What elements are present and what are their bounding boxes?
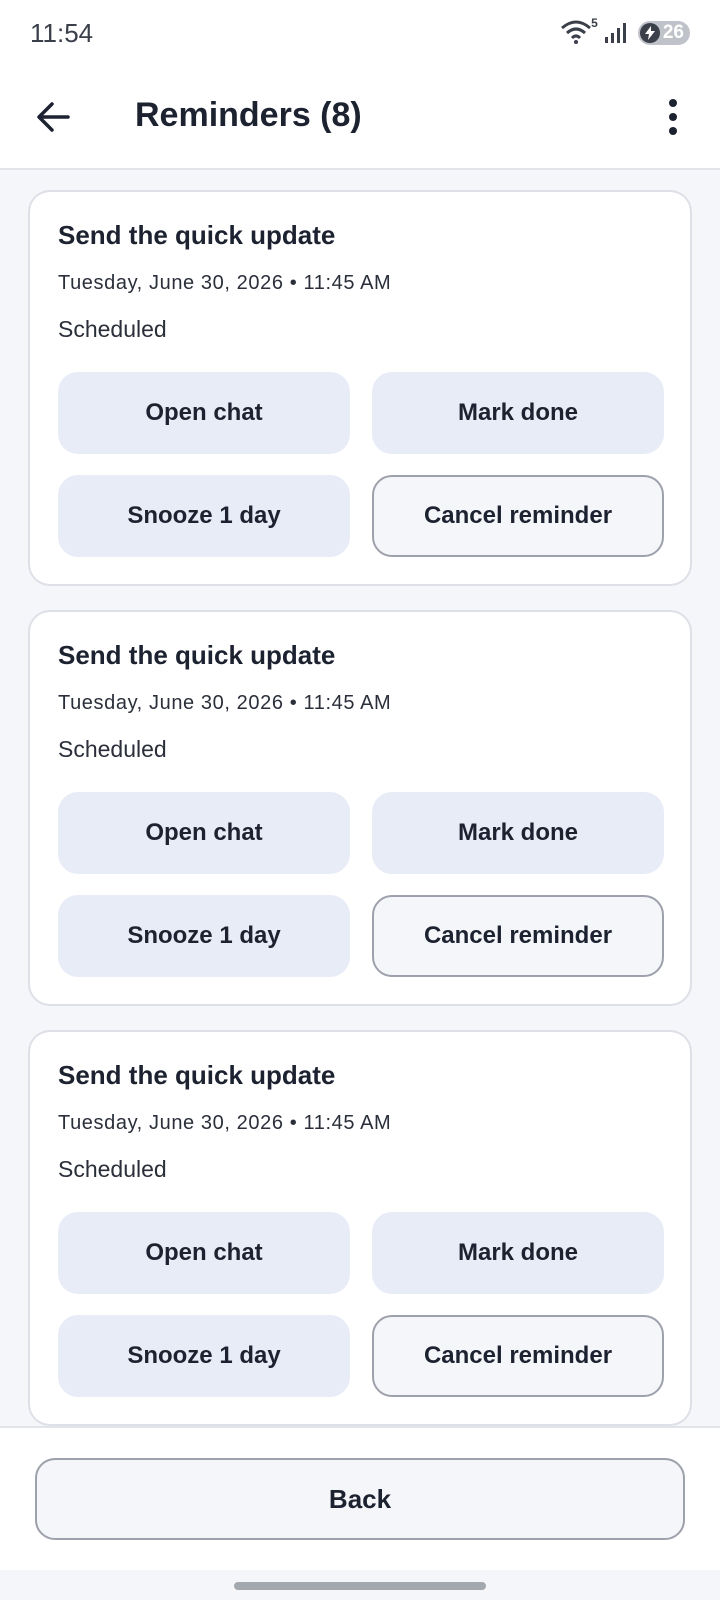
mark-done-button[interactable]: Mark done bbox=[372, 1212, 664, 1294]
bottom-bar: Back bbox=[0, 1426, 720, 1570]
snooze-button[interactable]: Snooze 1 day bbox=[58, 475, 350, 557]
open-chat-button[interactable]: Open chat bbox=[58, 792, 350, 874]
page-title: Reminders (8) bbox=[135, 96, 362, 134]
wifi-badge: 5 bbox=[591, 16, 598, 30]
reminder-status: Scheduled bbox=[58, 316, 167, 342]
open-chat-button[interactable]: Open chat bbox=[58, 372, 350, 454]
mark-done-button[interactable]: Mark done bbox=[372, 792, 664, 874]
open-chat-button[interactable]: Open chat bbox=[58, 1212, 350, 1294]
wifi-icon: 5 bbox=[560, 16, 598, 46]
gesture-handle[interactable] bbox=[234, 1582, 486, 1590]
more-vertical-icon[interactable] bbox=[666, 96, 680, 138]
reminder-title: Send the quick update bbox=[58, 1060, 336, 1090]
reminder-status: Scheduled bbox=[58, 1156, 167, 1182]
status-time: 11:54 bbox=[30, 18, 94, 48]
reminder-datetime: Tuesday, June 30, 2026 • 11:45 AM bbox=[58, 272, 392, 294]
reminder-title: Send the quick update bbox=[58, 220, 336, 250]
bolt-icon bbox=[639, 23, 660, 43]
app-bar: Reminders (8) bbox=[0, 68, 720, 170]
reminder-title: Send the quick update bbox=[58, 640, 336, 670]
back-button[interactable]: Back bbox=[35, 1458, 685, 1540]
signal-icon bbox=[604, 22, 628, 44]
status-bar: 11:54 5 26 bbox=[0, 0, 720, 68]
reminder-card: Send the quick update Tuesday, June 30, … bbox=[28, 1030, 692, 1426]
status-icons: 5 26 bbox=[560, 16, 690, 46]
reminder-status: Scheduled bbox=[58, 736, 167, 762]
battery-level: 26 bbox=[662, 22, 684, 43]
snooze-button[interactable]: Snooze 1 day bbox=[58, 895, 350, 977]
reminder-card: Send the quick update Tuesday, June 30, … bbox=[28, 190, 692, 586]
reminder-datetime: Tuesday, June 30, 2026 • 11:45 AM bbox=[58, 1112, 392, 1134]
mark-done-button[interactable]: Mark done bbox=[372, 372, 664, 454]
arrow-left-icon[interactable] bbox=[30, 94, 76, 140]
cancel-reminder-button[interactable]: Cancel reminder bbox=[372, 1315, 664, 1397]
cancel-reminder-button[interactable]: Cancel reminder bbox=[372, 475, 664, 557]
reminder-list[interactable]: Send the quick update Tuesday, June 30, … bbox=[0, 170, 720, 1426]
cancel-reminder-button[interactable]: Cancel reminder bbox=[372, 895, 664, 977]
reminder-datetime: Tuesday, June 30, 2026 • 11:45 AM bbox=[58, 692, 392, 714]
snooze-button[interactable]: Snooze 1 day bbox=[58, 1315, 350, 1397]
battery-charging-icon: 26 bbox=[637, 21, 690, 45]
reminder-card: Send the quick update Tuesday, June 30, … bbox=[28, 610, 692, 1006]
